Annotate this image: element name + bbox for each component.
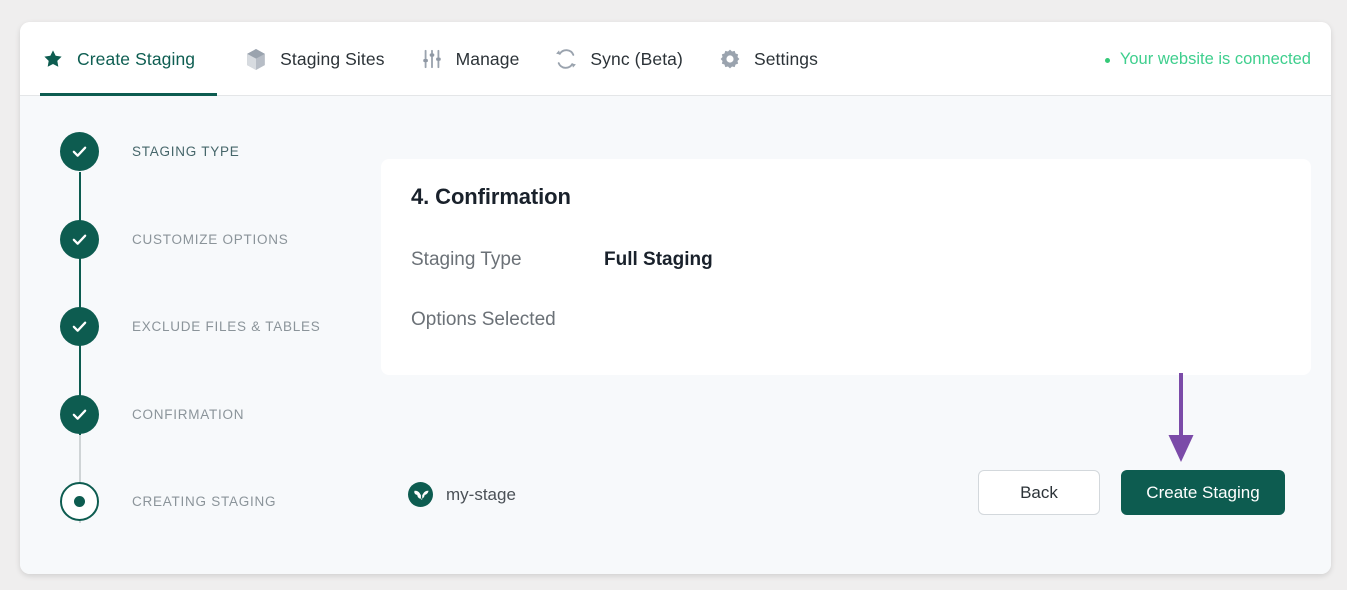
step-customize-options[interactable]: CUSTOMIZE OPTIONS (60, 219, 360, 348)
site-name: my-stage (446, 484, 516, 504)
nav-tab-list: Create Staging Staging Sites Manage Sync… (40, 22, 852, 96)
step-label: CONFIRMATION (132, 406, 245, 422)
summary-key: Staging Type (411, 249, 522, 270)
step-current-dot-icon (60, 482, 99, 521)
sync-icon (553, 46, 579, 72)
summary-value: Full Staging (604, 249, 713, 270)
wizard-stepper: STAGING TYPE CUSTOMIZE OPTIONS EXCLUDE F… (60, 132, 360, 532)
step-check-icon (60, 394, 99, 434)
tab-label: Create Staging (77, 48, 196, 69)
tab-sync-beta[interactable]: Sync (Beta) (553, 22, 683, 96)
status-text: Your website is connected (1119, 49, 1311, 68)
tab-label: Settings (753, 48, 818, 69)
step-creating-staging[interactable]: CREATING STAGING (60, 482, 360, 532)
create-staging-button[interactable]: Create Staging (1121, 470, 1285, 515)
step-label: STAGING TYPE (132, 144, 240, 159)
step-check-icon (60, 307, 99, 346)
status-dot-icon (1104, 57, 1110, 63)
step-label: CUSTOMIZE OPTIONS (132, 231, 289, 247)
tab-label: Sync (Beta) (590, 48, 683, 69)
back-button[interactable]: Back (978, 470, 1100, 515)
connection-status: Your website is connected (1104, 22, 1311, 96)
tab-manage[interactable]: Manage (419, 22, 520, 96)
gear-icon (717, 46, 743, 72)
step-label: CREATING STAGING (132, 494, 277, 509)
tab-create-staging[interactable]: Create Staging (40, 22, 218, 96)
tab-settings[interactable]: Settings (717, 22, 818, 96)
tab-staging-sites[interactable]: Staging Sites (243, 22, 384, 96)
summary-key: Options Selected (411, 309, 556, 330)
step-staging-type[interactable]: STAGING TYPE (60, 132, 360, 260)
wizard-content: STAGING TYPE CUSTOMIZE OPTIONS EXCLUDE F… (20, 96, 1331, 574)
staging-site-chip: my-stage (408, 482, 516, 507)
card-title: 4. Confirmation (411, 184, 571, 209)
step-confirmation[interactable]: CONFIRMATION (60, 394, 360, 523)
summary-row-options-selected: Options Selected (411, 309, 604, 331)
top-navbar: Create Staging Staging Sites Manage Sync… (20, 22, 1331, 96)
app-panel: Create Staging Staging Sites Manage Sync… (20, 22, 1331, 574)
annotation-arrow-icon (1168, 373, 1194, 462)
tab-label: Staging Sites (280, 48, 385, 69)
wpstaging-logo-icon (408, 482, 433, 507)
step-check-icon (60, 219, 99, 259)
tab-label: Manage (455, 48, 520, 69)
star-icon (40, 46, 66, 72)
step-check-icon (60, 132, 99, 171)
step-exclude-files-tables[interactable]: EXCLUDE FILES & TABLES (60, 307, 360, 435)
sliders-icon (419, 46, 445, 72)
confirmation-card: 4. Confirmation Staging Type Full Stagin… (381, 159, 1311, 375)
cube-icon (243, 46, 269, 72)
summary-row-staging-type: Staging Type Full Staging (411, 249, 713, 271)
step-label: EXCLUDE FILES & TABLES (132, 319, 321, 334)
